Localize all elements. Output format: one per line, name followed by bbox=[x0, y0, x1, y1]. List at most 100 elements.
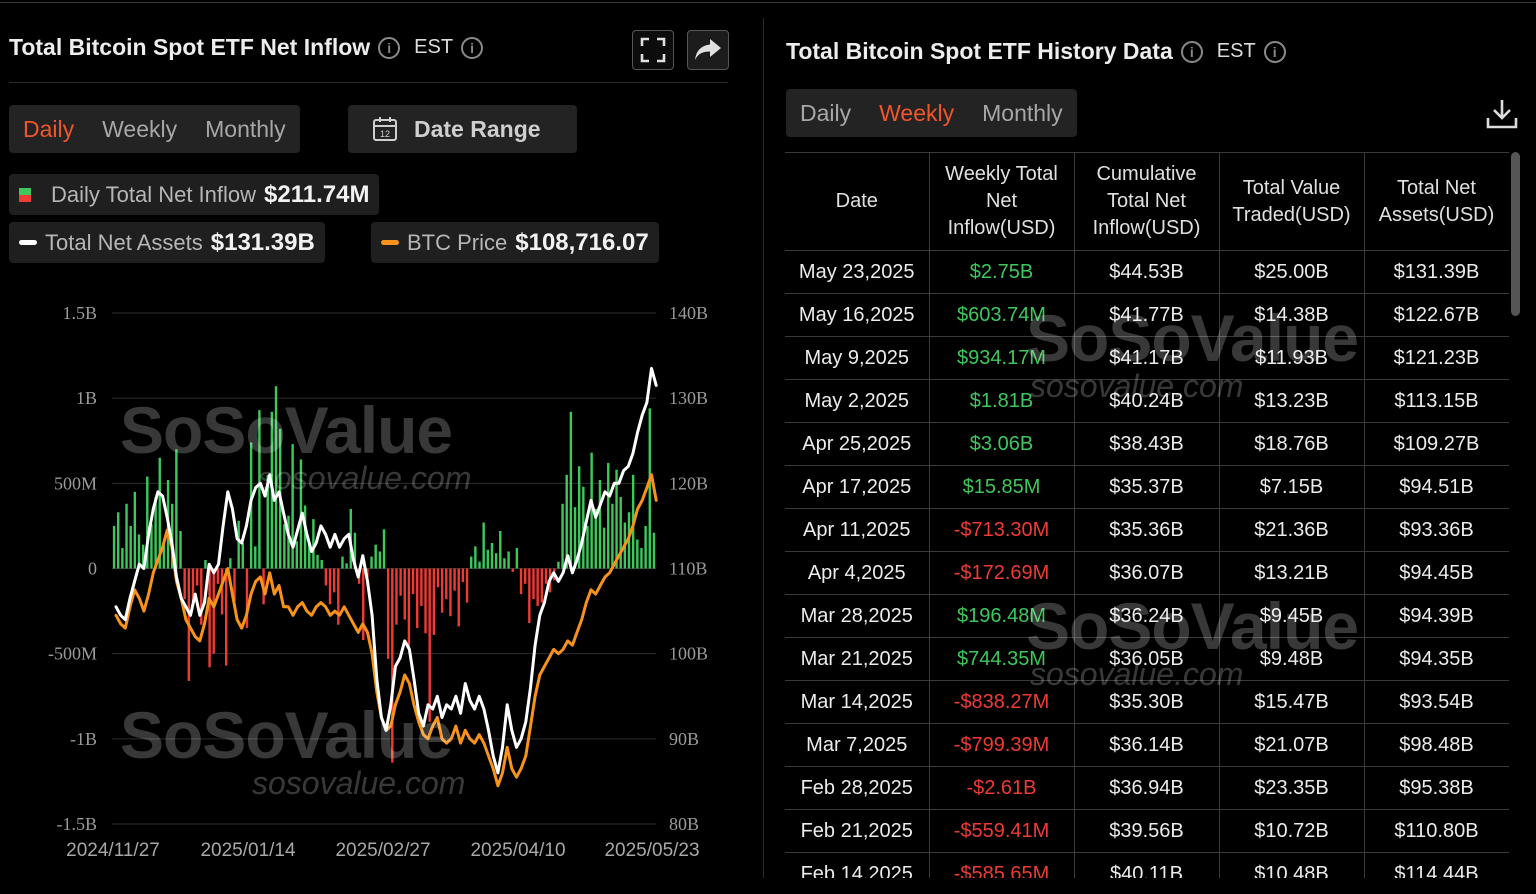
inflow-bar bbox=[644, 525, 647, 569]
inflow-bar bbox=[258, 410, 261, 569]
value-cell: $744.35M bbox=[928, 637, 1075, 681]
right-axis-tick-label: 90B bbox=[669, 729, 699, 749]
info-icon[interactable]: i bbox=[378, 36, 401, 59]
timezone-info-icon[interactable]: i bbox=[461, 36, 484, 59]
value-cell: $15.47B bbox=[1218, 680, 1365, 724]
x-axis-tick-label: 2025/01/14 bbox=[200, 840, 296, 861]
info-icon[interactable]: i bbox=[1180, 40, 1203, 63]
panel-divider bbox=[763, 18, 764, 878]
table-row[interactable]: May 9,2025 $934.17M $41.17B $11.93B $121.23B bbox=[785, 336, 1509, 380]
tab-daily[interactable]: Daily bbox=[786, 100, 865, 127]
tab-weekly[interactable]: Weekly bbox=[88, 116, 191, 143]
table-row[interactable]: Apr 25,2025 $3.06B $38.43B $18.76B $109.27B bbox=[785, 422, 1509, 466]
value-cell: $40.11B bbox=[1073, 852, 1220, 878]
table-row[interactable]: Feb 21,2025 -$559.41M $39.56B $10.72B $110.8… bbox=[785, 809, 1509, 853]
table-row[interactable]: May 16,2025 $603.74M $41.77B $14.38B $122.67… bbox=[785, 293, 1509, 337]
value-cell: $38.43B bbox=[1073, 422, 1220, 466]
date-cell: May 2,2025 bbox=[785, 379, 930, 423]
value-cell: $94.39B bbox=[1363, 594, 1509, 638]
download-icon[interactable] bbox=[1484, 96, 1520, 132]
column-header[interactable]: Date bbox=[785, 152, 930, 251]
table-row[interactable]: May 2,2025 $1.81B $40.24B $13.23B $113.15B bbox=[785, 379, 1509, 423]
value-cell: $2.75B bbox=[928, 250, 1075, 294]
table-row[interactable]: Feb 28,2025 -$2.61B $36.94B $23.35B $95.38B bbox=[785, 766, 1509, 810]
inflow-bar bbox=[399, 568, 402, 596]
timezone-info-icon[interactable]: i bbox=[1263, 40, 1286, 63]
inflow-bar bbox=[424, 568, 427, 634]
value-cell: $94.51B bbox=[1363, 465, 1509, 509]
table-row[interactable]: Mar 28,2025 $196.48M $36.24B $9.45B $94.39B bbox=[785, 594, 1509, 638]
inflow-bar bbox=[254, 546, 257, 569]
date-range-button[interactable]: 12 Date Range bbox=[348, 105, 577, 153]
inflow-bar bbox=[528, 568, 531, 624]
tab-monthly[interactable]: Monthly bbox=[191, 116, 300, 143]
tab-weekly[interactable]: Weekly bbox=[865, 100, 968, 127]
value-cell: $122.67B bbox=[1363, 293, 1509, 337]
legend-btc[interactable]: BTC Price $108,716.07 bbox=[371, 222, 659, 263]
left-axis-tick-label: 0 bbox=[88, 559, 97, 579]
inflow-bar bbox=[457, 568, 460, 627]
value-cell: $113.15B bbox=[1363, 379, 1509, 423]
date-cell: Apr 4,2025 bbox=[785, 551, 930, 595]
value-cell: $11.93B bbox=[1218, 336, 1365, 380]
inflow-bar bbox=[561, 503, 564, 569]
inflow-bar bbox=[328, 568, 332, 605]
table-row[interactable]: Feb 14,2025 -$585.65M $40.11B $10.48B $114.4… bbox=[785, 852, 1509, 878]
value-cell: -$585.65M bbox=[928, 852, 1075, 878]
left-axis-tick-label: 1B bbox=[76, 388, 97, 408]
inflow-bar bbox=[175, 449, 178, 569]
inflow-bar bbox=[121, 548, 124, 569]
value-cell: $603.74M bbox=[928, 293, 1075, 337]
fullscreen-button[interactable] bbox=[632, 30, 674, 70]
date-cell: Apr 25,2025 bbox=[785, 422, 930, 466]
history-header: Total Bitcoin Spot ETF History Data i ES… bbox=[786, 38, 1286, 65]
legend-assets-label: Total Net Assets bbox=[45, 229, 203, 255]
table-row[interactable]: Mar 7,2025 -$799.39M $36.14B $21.07B $98.48B bbox=[785, 723, 1509, 767]
inflow-bar bbox=[287, 515, 290, 569]
column-header[interactable]: Cumulative Total Net Inflow(USD) bbox=[1073, 152, 1220, 251]
date-cell: May 23,2025 bbox=[785, 250, 930, 294]
value-cell: $93.54B bbox=[1363, 680, 1509, 724]
column-header[interactable]: Total Value Traded(USD) bbox=[1218, 152, 1365, 251]
table-scrollbar[interactable] bbox=[1511, 152, 1520, 316]
value-cell: $109.27B bbox=[1363, 422, 1509, 466]
column-header[interactable]: Weekly Total Net Inflow(USD) bbox=[928, 152, 1075, 251]
inflow-bar bbox=[303, 505, 307, 569]
inflow-bar bbox=[391, 568, 394, 763]
table-row[interactable]: Apr 17,2025 $15.85M $35.37B $7.15B $94.51B bbox=[785, 465, 1509, 509]
legend-assets[interactable]: Total Net Assets $131.39B bbox=[9, 222, 325, 263]
inflow-bar bbox=[324, 568, 328, 586]
net-inflow-chart[interactable]: 1.5B 1B 500M 0 -500M -1B -1.5B 140B 130B 120B 110B… bbox=[0, 290, 740, 870]
table-row[interactable]: Apr 11,2025 -$713.30M $35.36B $21.36B $93.36… bbox=[785, 508, 1509, 552]
fullscreen-icon bbox=[640, 37, 666, 63]
column-header[interactable]: Total Net Assets(USD) bbox=[1363, 152, 1509, 251]
value-cell: -$799.39M bbox=[928, 723, 1075, 767]
inflow-bar bbox=[507, 551, 510, 569]
inflow-bar bbox=[478, 561, 481, 569]
inflow-bar bbox=[386, 568, 390, 659]
table-row[interactable]: Mar 14,2025 -$838.27M $35.30B $15.47B $93.54… bbox=[785, 680, 1509, 724]
share-button[interactable] bbox=[687, 30, 729, 70]
inflow-bar bbox=[602, 527, 606, 569]
legend-inflow[interactable]: Daily Total Net Inflow $211.74M bbox=[9, 174, 380, 215]
table-row[interactable]: May 23,2025 $2.75B $44.53B $25.00B $131.39B bbox=[785, 250, 1509, 294]
inflow-bar bbox=[432, 568, 436, 635]
inflow-bar bbox=[129, 525, 132, 569]
tab-monthly[interactable]: Monthly bbox=[968, 100, 1077, 127]
tab-daily[interactable]: Daily bbox=[9, 116, 88, 143]
table-row[interactable]: Mar 21,2025 $744.35M $36.05B $9.48B $94.35B bbox=[785, 637, 1509, 681]
inflow-bar bbox=[598, 479, 602, 569]
value-cell: $94.45B bbox=[1363, 551, 1509, 595]
inflow-bar bbox=[133, 491, 137, 569]
x-axis-tick-label: 2025/04/10 bbox=[470, 840, 565, 861]
right-axis-tick-label: 110B bbox=[669, 559, 707, 579]
inflow-bar bbox=[224, 568, 228, 666]
inflow-bar bbox=[515, 548, 519, 569]
left-axis-tick-label: -1.5B bbox=[57, 814, 98, 834]
inflow-bar bbox=[229, 558, 232, 569]
history-table: Date Weekly Total Net Inflow(USD) Cumula… bbox=[785, 152, 1509, 878]
date-range-label: Date Range bbox=[414, 115, 541, 142]
value-cell: -$2.61B bbox=[928, 766, 1075, 810]
table-row[interactable]: Apr 4,2025 -$172.69M $36.07B $13.21B $94.45B bbox=[785, 551, 1509, 595]
inflow-swatch bbox=[19, 187, 31, 202]
